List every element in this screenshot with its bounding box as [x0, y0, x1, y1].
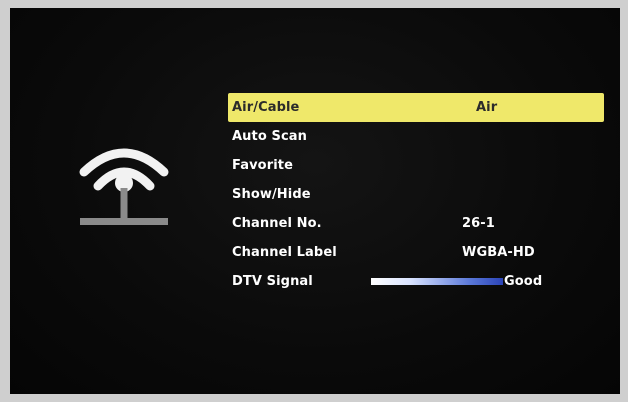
menu-item-auto-scan[interactable]: Auto Scan [228, 122, 604, 151]
tv-screen: Air/Cable Air Auto Scan Favorite Show/Hi… [10, 8, 620, 394]
menu-item-show-hide[interactable]: Show/Hide [228, 180, 604, 209]
menu-item-air-cable[interactable]: Air/Cable Air [228, 93, 604, 122]
menu-item-label: Show/Hide [232, 187, 311, 202]
menu-item-dtv-signal[interactable]: DTV Signal Good [228, 267, 604, 296]
menu-item-channel-label[interactable]: Channel Label WGBA-HD [228, 238, 604, 267]
menu-item-value: 26-1 [462, 216, 495, 231]
menu-item-label: DTV Signal [232, 274, 313, 289]
tv-bezel: Air/Cable Air Auto Scan Favorite Show/Hi… [0, 0, 628, 402]
menu-item-label: Air/Cable [232, 100, 300, 115]
antenna-signal-icon [79, 148, 169, 225]
menu-item-label: Favorite [232, 158, 293, 173]
menu-item-value: Air [476, 100, 498, 115]
menu-item-label: Channel No. [232, 216, 322, 231]
signal-quality-value: Good [504, 274, 543, 289]
menu-item-label: Channel Label [232, 245, 337, 260]
channel-settings-menu: Air/Cable Air Auto Scan Favorite Show/Hi… [228, 93, 604, 296]
menu-item-label: Auto Scan [232, 129, 307, 144]
menu-item-channel-no[interactable]: Channel No. 26-1 [228, 209, 604, 238]
signal-strength-bar [371, 278, 503, 285]
menu-item-favorite[interactable]: Favorite [228, 151, 604, 180]
menu-item-value: WGBA-HD [462, 245, 535, 260]
